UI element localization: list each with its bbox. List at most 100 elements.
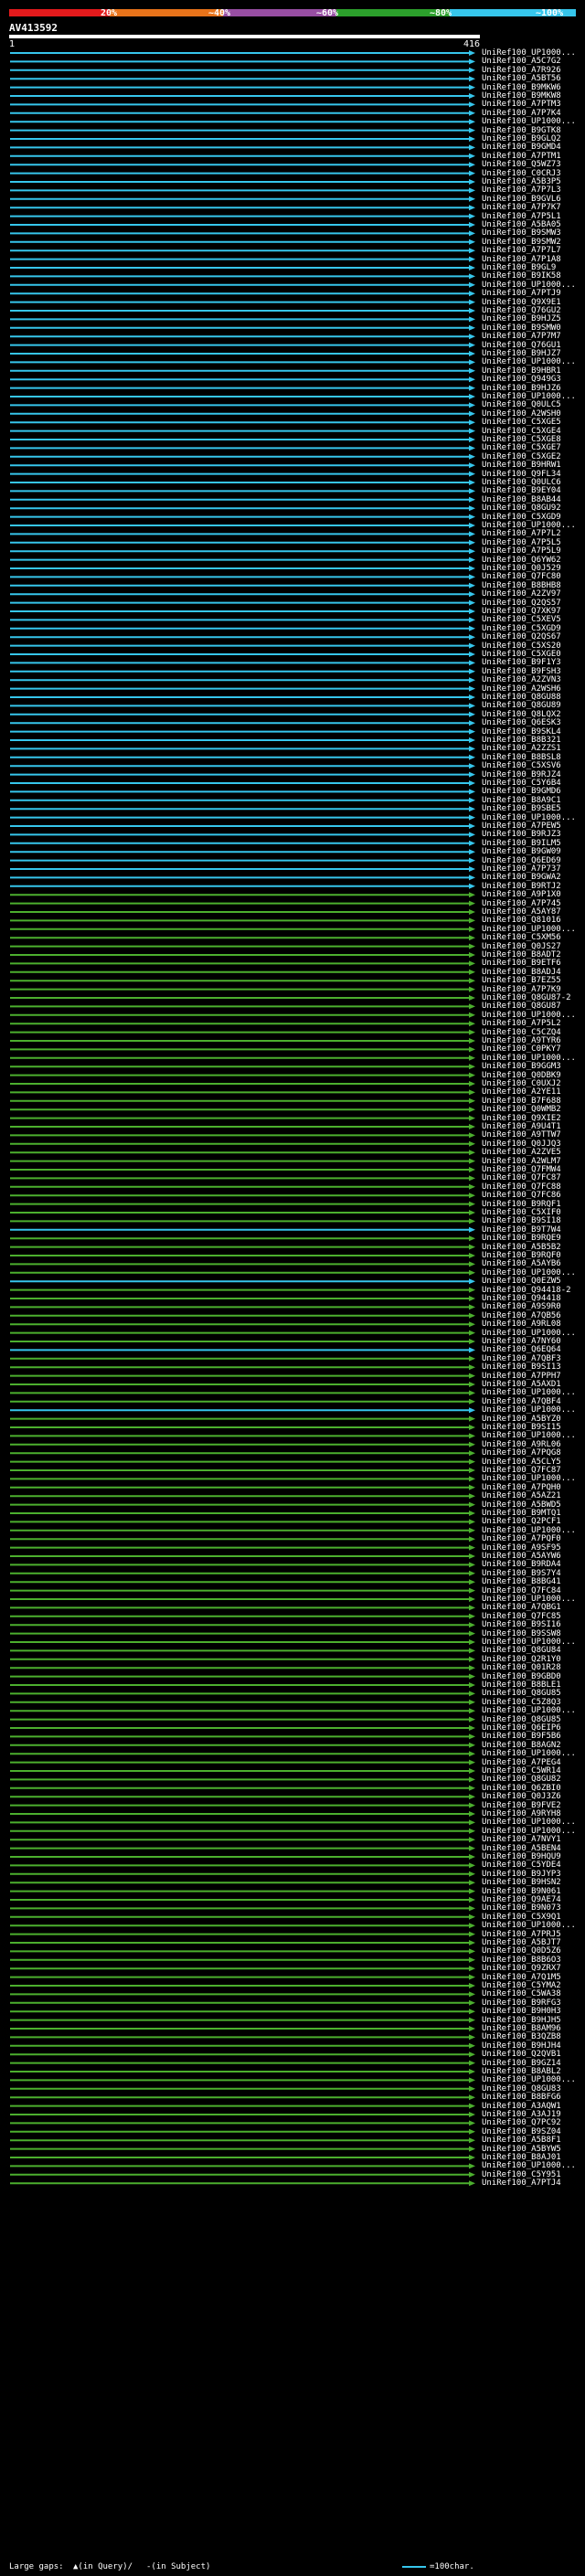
hit-label[interactable]: UniRef100_UP1000... — [482, 1707, 576, 1715]
hit-label[interactable]: UniRef100_UP1000... — [482, 1406, 576, 1415]
hit-arrow — [469, 771, 475, 778]
legend-in-subject: -(in Subject) — [146, 2562, 211, 2571]
hit-label[interactable]: UniRef100_A7P7K7 — [482, 204, 561, 212]
hit-arrow — [469, 1579, 475, 1585]
hit-arrow — [469, 2137, 475, 2144]
hit-label[interactable]: UniRef100_B7EZ55 — [482, 977, 561, 985]
hit-arrow — [469, 376, 475, 383]
hit-arrow — [469, 402, 475, 408]
hit-label[interactable]: UniRef100_Q2QVB1 — [482, 2051, 561, 2059]
hit-label[interactable]: UniRef100_A5B8F1 — [482, 2136, 561, 2145]
hit-arrow — [469, 1253, 475, 1258]
hit-label[interactable]: UniRef100_B8BG41 — [482, 1578, 561, 1586]
hit-arrow — [469, 652, 475, 657]
hit-arrow — [469, 557, 475, 563]
hit-label[interactable]: UniRef100_A7NVY1 — [482, 1836, 561, 1844]
hit-arrow — [469, 334, 475, 340]
hit-arrow — [469, 1639, 475, 1645]
hit-label[interactable]: UniRef100_Q9ZRX7 — [482, 1965, 561, 1973]
hit-label[interactable]: UniRef100_B9GGM3 — [482, 1063, 561, 1071]
hit-arrow — [469, 248, 475, 254]
hit-arrow — [469, 849, 475, 855]
hit-arrow — [469, 1544, 475, 1551]
hit-arrow — [469, 1278, 475, 1285]
hit-label[interactable]: UniRef100_B9SI13 — [482, 1363, 561, 1372]
hit-arrow — [469, 2009, 475, 2015]
hit-label[interactable]: UniRef100_A2ZVN3 — [482, 676, 561, 684]
hit-arrow — [469, 1897, 475, 1903]
hit-label[interactable]: UniRef100_A7PTJ9 — [482, 290, 561, 298]
hit-label[interactable]: UniRef100_A2ZV97 — [482, 590, 561, 599]
hit-label[interactable]: UniRef100_Q2QS67 — [482, 633, 561, 641]
hit-label[interactable]: UniRef100_B9RQE9 — [482, 1235, 561, 1243]
hit-arrow — [469, 1716, 475, 1723]
hit-arrow — [469, 67, 475, 73]
hit-label[interactable]: UniRef100_A7PQG8 — [482, 1449, 561, 1458]
hit-arrow — [469, 1622, 475, 1628]
hit-arrow — [469, 685, 475, 692]
hit-label[interactable]: UniRef100_A7P7L7 — [482, 247, 561, 255]
hit-arrow — [469, 1287, 475, 1293]
hit-label[interactable]: UniRef100_B9HRW1 — [482, 461, 561, 470]
hit-label[interactable]: UniRef100_B9SBE5 — [482, 805, 561, 813]
hit-label[interactable]: UniRef100_UP1000... — [482, 1750, 576, 1758]
hit-arrow — [469, 84, 475, 90]
hit-label[interactable]: UniRef100_Q949G3 — [482, 376, 561, 384]
hit-arrow — [469, 1458, 475, 1465]
hit-arrow — [469, 668, 475, 674]
hit-label[interactable]: UniRef100_Q6ESK3 — [482, 719, 561, 727]
hit-label[interactable]: UniRef100_A9P1X0 — [482, 891, 561, 899]
hit-arrow — [469, 1021, 475, 1027]
hit-label[interactable]: UniRef100_Q0WMB2 — [482, 1106, 561, 1114]
hit-arrow — [469, 110, 475, 116]
hit-arrow — [469, 1880, 475, 1886]
hit-label[interactable]: UniRef100_C5XSV6 — [482, 762, 561, 770]
hit-arrow — [469, 1382, 475, 1387]
hit-label[interactable]: UniRef100_A7P5L9 — [482, 547, 561, 556]
hit-label[interactable]: UniRef100_A7P7M7 — [482, 333, 561, 341]
hit-label[interactable]: UniRef100_B9H0H3 — [482, 2008, 561, 2016]
hit-arrow — [469, 1956, 475, 1963]
hit-arrow — [469, 144, 475, 151]
hit-label[interactable]: UniRef100_B9SI16 — [482, 1621, 561, 1629]
hit-arrow — [469, 256, 475, 262]
hit-arrow — [469, 2128, 475, 2135]
hit-arrow — [469, 1476, 475, 1482]
hit-label[interactable]: UniRef100_C5XM56 — [482, 934, 561, 942]
hit-label[interactable]: UniRef100_A7PTJ4 — [482, 2179, 561, 2188]
hit-arrow — [469, 445, 475, 451]
hit-label[interactable]: UniRef100_Q01R28 — [482, 1664, 561, 1672]
hit-label[interactable]: UniRef100_C5XGE5 — [482, 419, 561, 427]
hit-label[interactable]: UniRef100_A5AZ21 — [482, 1492, 561, 1500]
hit-arrow — [469, 351, 475, 356]
hit-label[interactable]: UniRef100_A7P5L2 — [482, 1020, 561, 1028]
hit-label[interactable]: UniRef100_Q8GU92 — [482, 504, 561, 513]
hit-arrow — [469, 2146, 475, 2152]
hit-label[interactable]: UniRef100_UP1000... — [482, 1922, 576, 1930]
hit-label[interactable]: UniRef100_B9GW09 — [482, 848, 561, 856]
hit-arrow — [469, 179, 475, 185]
hit-arrow — [469, 1553, 475, 1559]
hit-label[interactable]: UniRef100_B9HSN2 — [482, 1879, 561, 1887]
hit-label[interactable]: UniRef100_Q5WZ73 — [482, 161, 561, 169]
hit-label[interactable]: UniRef100_Q0J3Z6 — [482, 1793, 561, 1801]
hit-arrow — [469, 711, 475, 717]
hit-arrow — [469, 737, 475, 743]
hit-arrow — [469, 1751, 475, 1757]
hit-label[interactable]: UniRef100_A7PQF0 — [482, 1535, 561, 1543]
hit-label[interactable]: UniRef100_UP1000... — [482, 118, 576, 126]
hit-label[interactable]: UniRef100_Q0EZW5 — [482, 1277, 561, 1286]
hit-arrow — [469, 1055, 475, 1061]
hit-arrow — [469, 1913, 475, 1920]
hit-label[interactable]: UniRef100_A5BT56 — [482, 75, 561, 83]
hit-arrow — [469, 1175, 475, 1182]
hit-arrow — [469, 1999, 475, 2006]
hit-arrow — [469, 428, 475, 434]
hit-label[interactable]: UniRef100_B8BFG6 — [482, 2094, 561, 2102]
hit-label[interactable]: UniRef100_A9RL08 — [482, 1320, 561, 1329]
hit-label[interactable]: UniRef100_Q7FC86 — [482, 1192, 561, 1200]
hit-label[interactable]: UniRef100_A2ZVE5 — [482, 1149, 561, 1157]
hit-arrow — [469, 153, 475, 159]
hit-arrow — [469, 1450, 475, 1457]
hit-arrow — [469, 1210, 475, 1215]
